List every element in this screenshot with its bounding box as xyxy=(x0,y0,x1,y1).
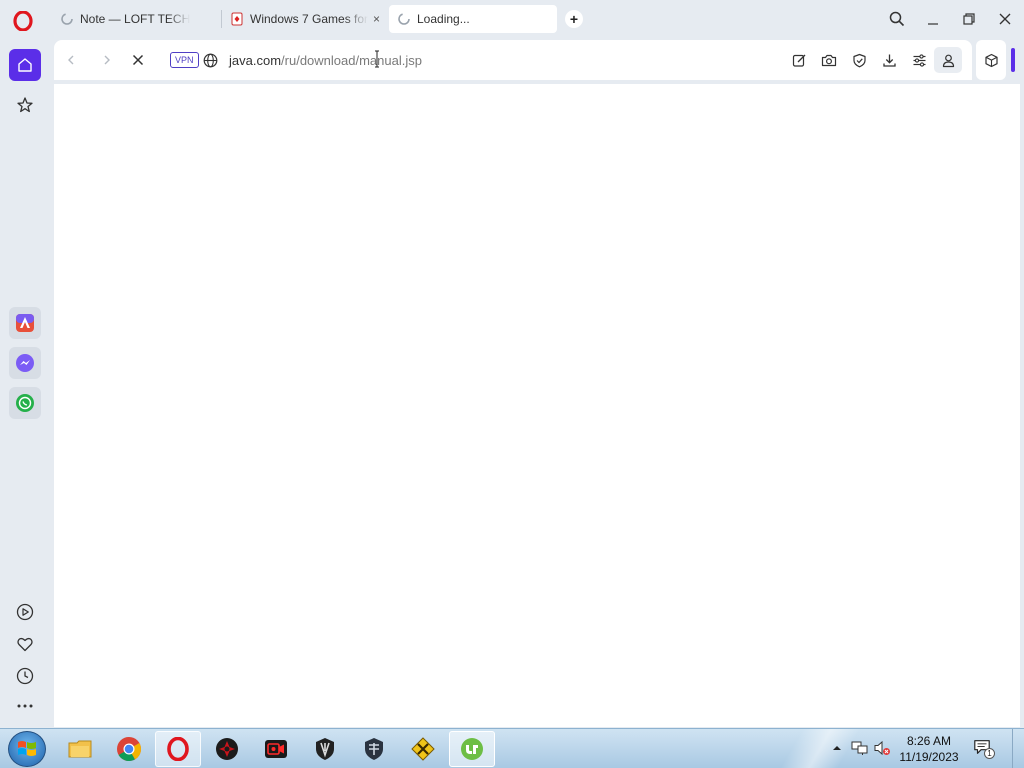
clock-date: 11/19/2023 xyxy=(899,750,959,764)
taskbar: 8:26 AM 11/19/2023 1 xyxy=(0,728,1024,768)
messenger-icon[interactable] xyxy=(9,347,41,379)
tab-title: Windows 7 Games for xyxy=(250,12,368,26)
opera-taskbar-icon[interactable] xyxy=(155,731,201,767)
tab-bar: Note — LOFT TECH Windows 7 Games for × L… xyxy=(0,0,1024,38)
clock-time: 8:26 AM xyxy=(906,734,952,748)
shield-icon[interactable] xyxy=(850,51,868,69)
start-button-icon[interactable] xyxy=(8,731,46,767)
bookmarks-icon[interactable] xyxy=(9,89,41,121)
minimize-icon[interactable] xyxy=(924,10,942,28)
sidebar xyxy=(0,38,50,728)
loading-spinner-icon xyxy=(61,13,73,25)
file-explorer-icon[interactable] xyxy=(57,731,103,767)
back-icon[interactable] xyxy=(62,51,80,69)
extensions-icon[interactable] xyxy=(976,40,1006,80)
world-of-tanks-icon[interactable] xyxy=(302,731,348,767)
volume-icon[interactable] xyxy=(873,739,891,757)
tab-windows-7-games[interactable]: Windows 7 Games for × xyxy=(222,5,386,33)
utorrent-icon[interactable] xyxy=(449,731,495,767)
chrome-icon[interactable] xyxy=(106,731,152,767)
snapshot-edit-icon[interactable] xyxy=(790,51,808,69)
url-field[interactable]: java.com/ru/download/manual.jsp xyxy=(229,53,422,68)
search-icon[interactable] xyxy=(888,10,906,28)
sidebar-indicator xyxy=(1011,48,1015,72)
opera-menu-icon[interactable] xyxy=(13,10,33,32)
game-2-icon[interactable] xyxy=(400,731,446,767)
screen-recorder-icon[interactable] xyxy=(253,731,299,767)
show-desktop-button[interactable] xyxy=(1012,729,1024,768)
close-icon[interactable] xyxy=(996,10,1014,28)
tab-title: Loading... xyxy=(417,12,470,26)
more-icon[interactable] xyxy=(9,690,41,722)
forward-icon[interactable] xyxy=(98,51,116,69)
url-domain: java.com xyxy=(229,53,282,68)
url-path: /ru/download/manual.jsp xyxy=(281,53,422,68)
aria-icon[interactable] xyxy=(9,307,41,339)
text-cursor xyxy=(374,50,379,68)
profile-icon[interactable] xyxy=(939,51,957,69)
network-icon[interactable] xyxy=(851,739,869,757)
easy-setup-icon[interactable] xyxy=(910,51,928,69)
camera-icon[interactable] xyxy=(820,51,838,69)
address-bar: VPN java.com/ru/download/manual.jsp xyxy=(54,40,972,80)
taskbar-clock[interactable]: 8:26 AM 11/19/2023 xyxy=(895,733,963,765)
card-game-favicon-icon xyxy=(231,12,243,26)
notification-count-badge: 1 xyxy=(984,748,995,759)
globe-icon[interactable] xyxy=(201,51,219,69)
history-icon[interactable] xyxy=(9,660,41,692)
stop-loading-icon[interactable] xyxy=(129,51,147,69)
world-of-warships-icon[interactable] xyxy=(351,731,397,767)
page-content xyxy=(54,84,1020,727)
tab-loading-active[interactable]: Loading... xyxy=(389,5,557,33)
player-icon[interactable] xyxy=(9,596,41,628)
game-1-icon[interactable] xyxy=(204,731,250,767)
download-icon[interactable] xyxy=(880,51,898,69)
new-tab-button[interactable]: + xyxy=(565,10,583,28)
vpn-badge[interactable]: VPN xyxy=(170,52,199,68)
loading-spinner-icon xyxy=(398,13,410,25)
restore-icon[interactable] xyxy=(960,10,978,28)
tab-close-icon[interactable]: × xyxy=(373,12,380,26)
home-icon[interactable] xyxy=(9,49,41,81)
tab-note-loft-tech[interactable]: Note — LOFT TECH xyxy=(52,5,218,33)
heart-icon[interactable] xyxy=(9,628,41,660)
tab-title: Note — LOFT TECH xyxy=(80,12,191,26)
whatsapp-icon[interactable] xyxy=(9,387,41,419)
show-hidden-icons-icon[interactable] xyxy=(828,739,846,757)
